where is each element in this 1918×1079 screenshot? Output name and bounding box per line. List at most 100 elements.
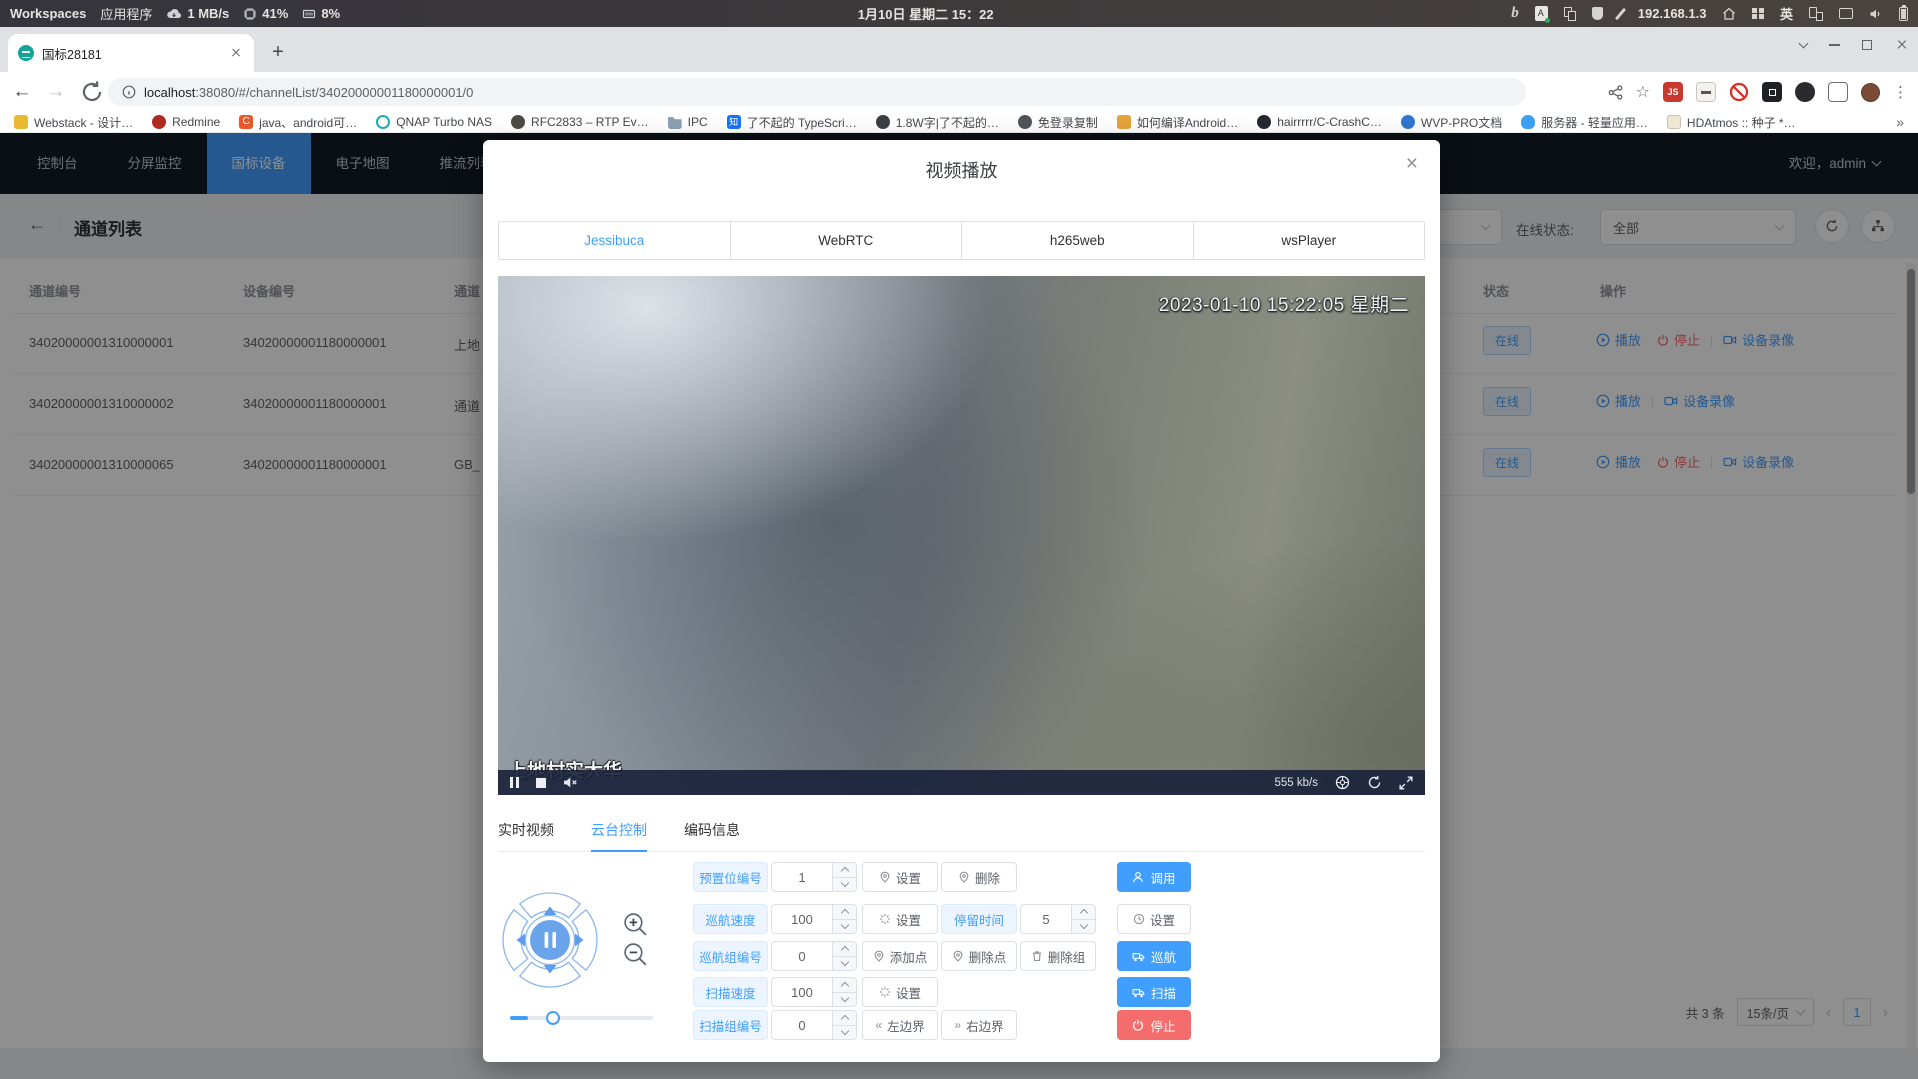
window-minimize-button[interactable] [1829,44,1840,46]
delete-group-button[interactable]: 删除组 [1020,941,1096,971]
ext-frame-icon[interactable] [1828,82,1848,102]
step-down-button[interactable] [1072,920,1095,934]
browser-tab[interactable]: 国标28181 [8,34,254,72]
left-border-button[interactable]: «左边界 [862,1010,938,1040]
stay-time-set-button[interactable]: 设置 [1117,904,1191,934]
step-up-button[interactable] [833,942,856,957]
bookmark-item[interactable]: 如何编译Android… [1117,114,1238,131]
bookmark-item[interactable]: Redmine [152,115,220,129]
tab-search-chevron-icon[interactable] [1799,38,1809,48]
bookmark-item[interactable]: QNAP Turbo NAS [376,115,492,129]
preset-number-input[interactable] [771,862,857,892]
scan-group-input[interactable] [771,1010,857,1040]
scan-speed-value[interactable] [772,978,832,1006]
step-down-button[interactable] [833,993,856,1007]
clock[interactable]: 1月10日 星期二 15：22 [858,4,994,23]
bookmark-item[interactable]: IPC [668,115,708,129]
workspaces-button[interactable]: Workspaces [10,6,86,21]
tab-codec-info[interactable]: 编码信息 [684,812,740,851]
forward-button[interactable]: → [44,80,68,104]
refresh-icon[interactable] [1367,775,1382,790]
ext-dark-icon[interactable] [1795,82,1815,102]
slider-handle[interactable] [546,1011,560,1025]
stop-button[interactable] [536,778,546,788]
tab-wsplayer[interactable]: wsPlayer [1193,222,1425,259]
preset-call-button[interactable]: 调用 [1117,862,1191,892]
input-method-indicator[interactable]: 英 [1780,4,1793,23]
reload-button[interactable] [80,80,104,104]
tray-clipboard-icon[interactable] [1564,7,1576,21]
bookmark-item[interactable]: Webstack - 设计… [14,114,133,131]
step-up-button[interactable] [1072,905,1095,920]
ext-js-icon[interactable]: JS [1663,82,1683,102]
ptz-direction-pad[interactable] [500,890,600,990]
right-border-button[interactable]: »右边界 [941,1010,1017,1040]
site-info-icon[interactable] [122,85,136,99]
zoom-in-button[interactable] [622,911,649,938]
tab-jessibuca[interactable]: Jessibuca [499,222,730,259]
ext-screenshot-icon[interactable] [1762,82,1782,102]
bookmark-item[interactable]: Cjava、android可… [239,114,357,131]
tray-screens-icon[interactable] [1809,7,1823,21]
back-button[interactable]: ← [10,80,34,104]
bookmarks-overflow-chevron[interactable]: » [1896,114,1904,130]
cruise-group-value[interactable] [772,942,832,970]
tray-notes-icon[interactable]: A [1535,6,1548,21]
stay-time-input[interactable] [1020,904,1096,934]
ptz-up-button[interactable] [520,893,580,918]
ptz-left-button[interactable] [503,910,528,970]
modal-close-icon[interactable]: × [1406,154,1418,174]
tray-windows-icon[interactable] [1752,8,1764,20]
bookmark-item[interactable]: RFC2833 – RTP Ev… [511,115,649,129]
bookmark-item[interactable]: 免登录复制 [1018,114,1098,131]
performance-icon[interactable] [1335,775,1350,790]
pause-button[interactable] [510,777,519,788]
tray-bing-icon[interactable]: b [1511,5,1519,22]
step-down-button[interactable] [833,920,856,934]
slider-track[interactable] [510,1016,653,1020]
cruise-speed-input[interactable] [771,904,857,934]
tray-cup-icon[interactable] [1592,7,1603,20]
cruise-group-input[interactable] [771,941,857,971]
address-bar[interactable]: localhost:38080/#/channelList/3402000000… [108,78,1526,106]
preset-delete-button[interactable]: 删除 [941,862,1017,892]
battery-icon[interactable] [1899,7,1908,21]
bookmark-item[interactable]: HDAtmos :: 种子 *… [1667,114,1796,131]
add-point-button[interactable]: 添加点 [862,941,938,971]
ext-blocker-icon[interactable] [1729,82,1749,102]
video-player[interactable]: 2023-01-10 15:22:05 星期二 上地村实大华 555 kb/s [498,276,1425,795]
tab-h265web[interactable]: h265web [961,222,1193,259]
cruise-button[interactable]: 巡航 [1117,941,1191,971]
step-up-button[interactable] [833,905,856,920]
step-down-button[interactable] [833,1026,856,1040]
new-tab-button[interactable]: + [266,41,290,65]
ext-wallet-icon[interactable] [1696,82,1716,102]
scan-speed-input[interactable] [771,977,857,1007]
zoom-out-button[interactable] [622,941,649,968]
tab-webrtc[interactable]: WebRTC [730,222,962,259]
step-up-button[interactable] [833,863,856,878]
step-down-button[interactable] [833,957,856,971]
bookmark-item[interactable]: hairrrrr/C-CrashC… [1257,115,1382,129]
browser-menu-kebab-icon[interactable]: ⋮ [1893,83,1908,101]
step-up-button[interactable] [833,1011,856,1026]
tab-live-video[interactable]: 实时视频 [498,812,554,851]
cruise-speed-set-button[interactable]: 设置 [862,904,938,934]
step-down-button[interactable] [833,878,856,892]
bookmark-star-icon[interactable]: ☆ [1636,82,1650,102]
ptz-down-button[interactable] [520,962,580,987]
volume-icon[interactable] [1869,8,1883,20]
share-icon[interactable] [1608,85,1623,100]
tray-home-icon[interactable] [1722,7,1736,20]
profile-avatar[interactable] [1861,83,1880,102]
ptz-stop-button[interactable]: 停止 [1117,1010,1191,1040]
ptz-speed-slider[interactable] [510,1014,653,1022]
preset-set-button[interactable]: 设置 [862,862,938,892]
delete-point-button[interactable]: 删除点 [941,941,1017,971]
window-restore-button[interactable] [1862,40,1872,50]
tray-pen-icon[interactable] [1615,7,1626,20]
applications-menu[interactable]: 应用程序 [100,4,152,23]
bookmark-item[interactable]: 服务器 - 轻量应用… [1521,114,1648,131]
ptz-right-button[interactable] [572,910,597,970]
bookmark-item[interactable]: 1.8W字|了不起的… [876,114,999,131]
